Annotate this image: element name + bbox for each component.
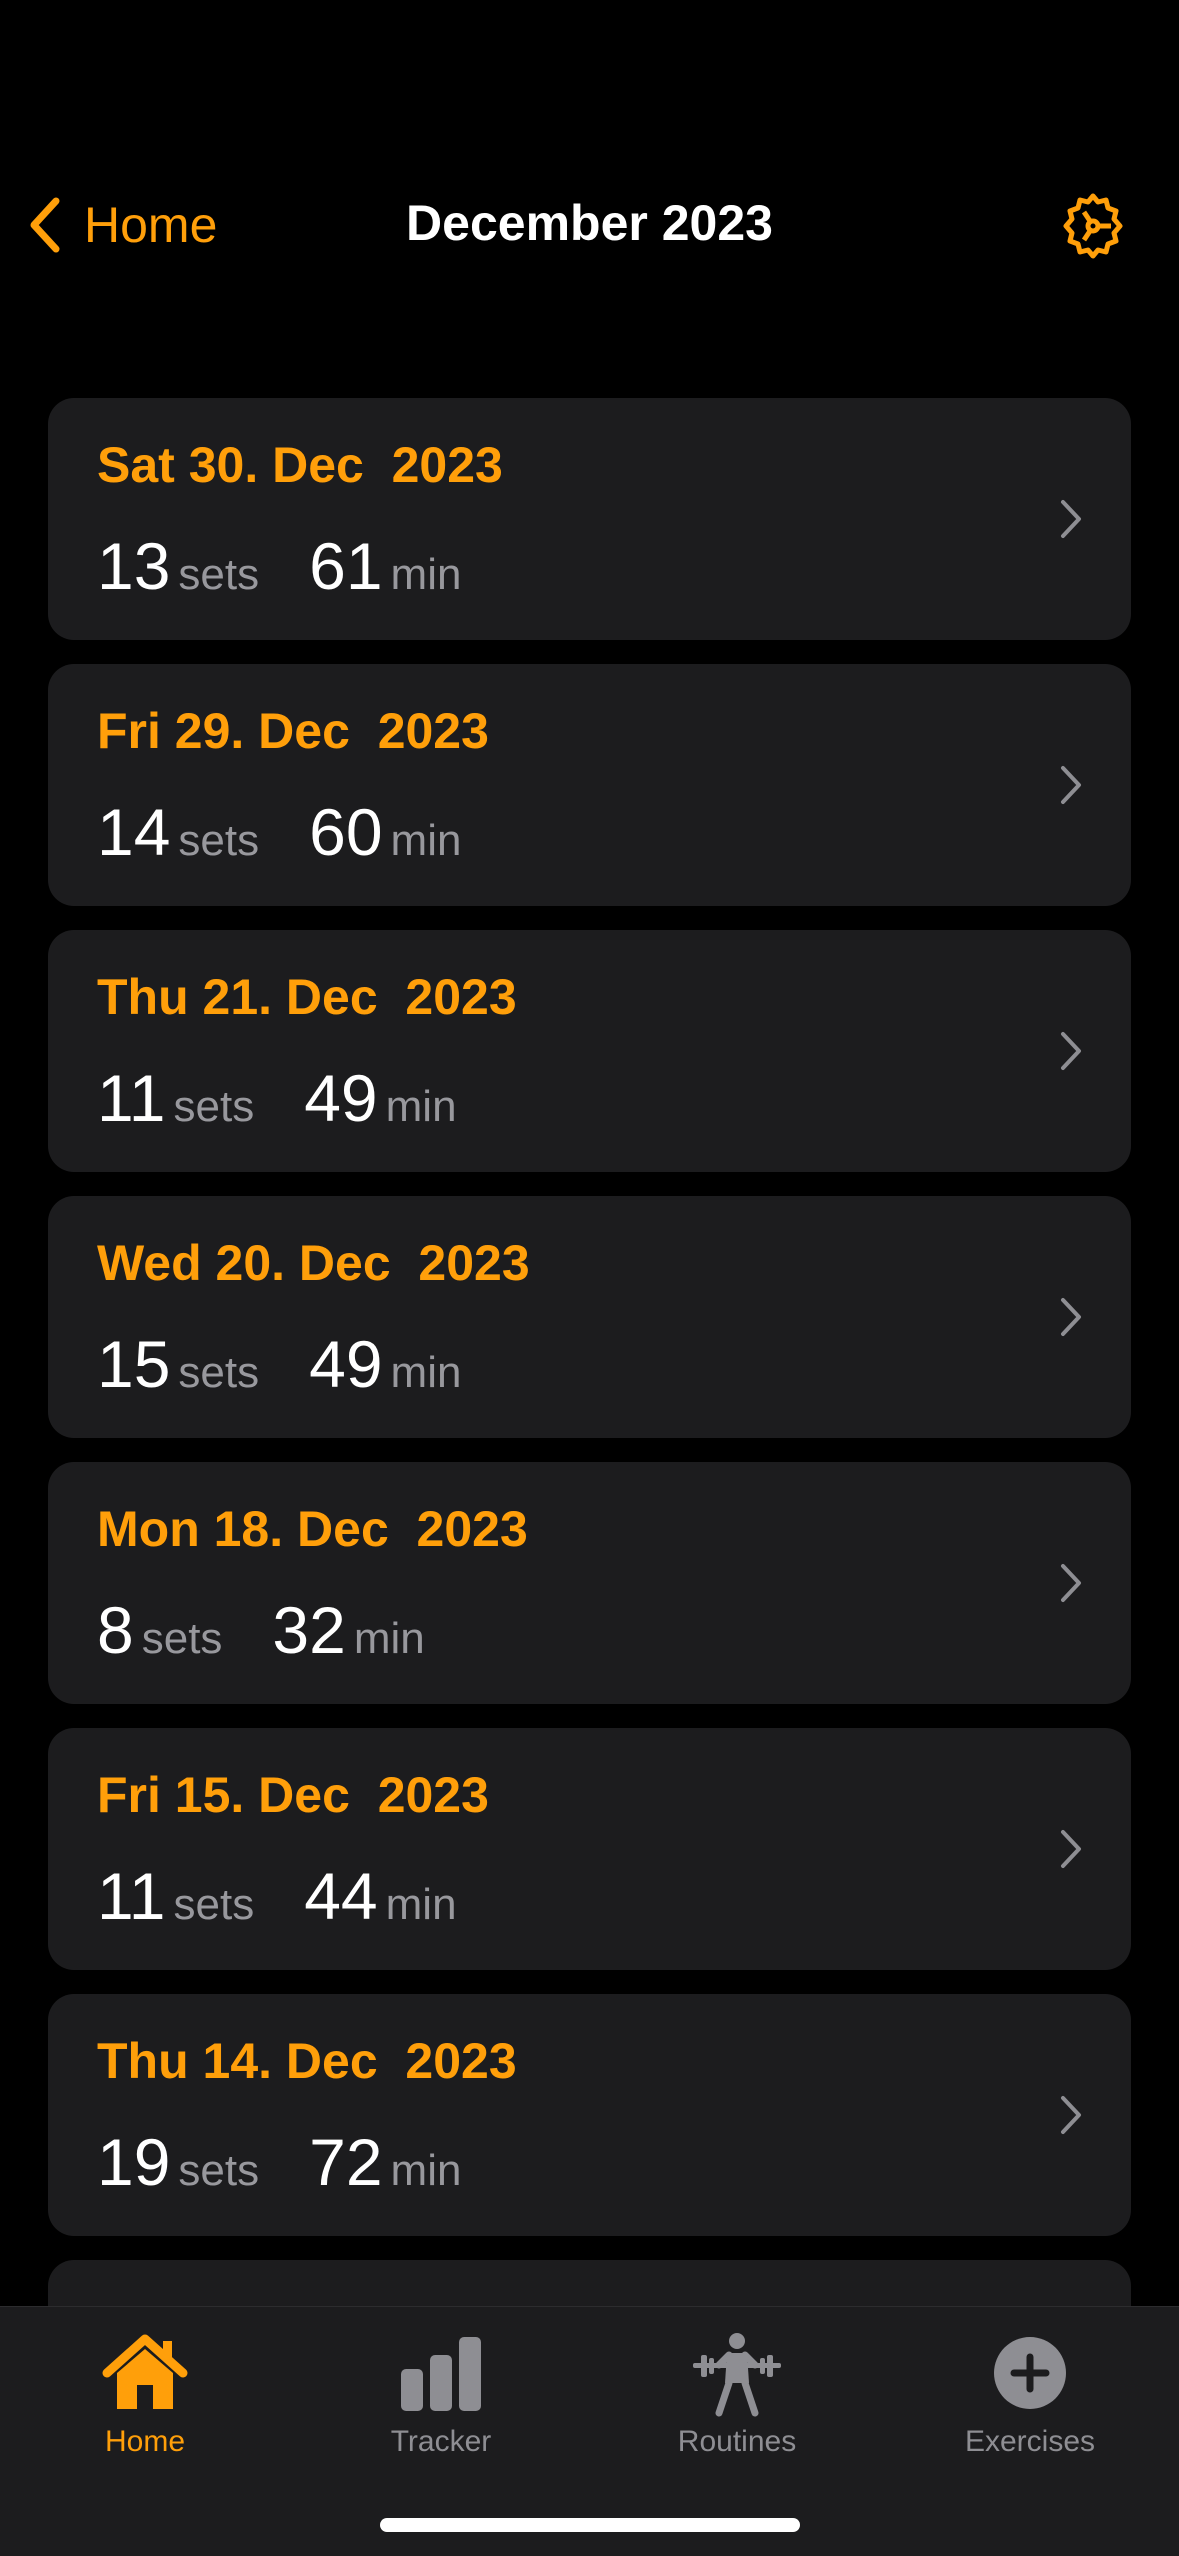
sets-unit: sets	[178, 550, 260, 599]
minutes-count: 44	[304, 1859, 378, 1933]
workout-list: Sat 30. Dec 2023 13 sets 61 min Fri 29. …	[48, 398, 1131, 2306]
minutes-unit: min	[385, 1082, 457, 1131]
workout-card[interactable]: Fri 15. Dec 2023 11 sets 44 min	[48, 1728, 1131, 1970]
sets-unit: sets	[141, 1614, 223, 1663]
workout-stats: 14 sets 60 min	[97, 794, 461, 870]
sets-count: 13	[97, 529, 171, 603]
workout-date: Thu 21. Dec 2023	[97, 969, 517, 1025]
workout-card[interactable]: Mon 18. Dec 2023 8 sets 32 min	[48, 1462, 1131, 1704]
minutes-count: 72	[309, 2125, 383, 2199]
workout-stats: 15 sets 49 min	[97, 1326, 461, 1402]
workout-stats: 13 sets 61 min	[97, 528, 461, 604]
workout-stats: 8 sets 32 min	[97, 1592, 425, 1668]
tab-tracker[interactable]: Tracker	[331, 2325, 551, 2459]
tab-label: Exercises	[964, 2425, 1096, 2458]
workout-date: Thu 14. Dec 2023	[97, 2033, 517, 2089]
workout-stats: 11 sets 49 min	[97, 1060, 457, 1136]
tab-label: Tracker	[390, 2425, 492, 2458]
minutes-unit: min	[390, 2146, 462, 2195]
chevron-right-icon	[1061, 1032, 1081, 1070]
plus-circle-icon	[994, 2337, 1066, 2409]
sets-unit: sets	[178, 1348, 260, 1397]
sets-unit: sets	[178, 816, 260, 865]
sets-count: 11	[97, 1061, 166, 1135]
workout-stats: 11 sets 44 min	[97, 1858, 457, 1934]
workout-stats: 19 sets 72 min	[97, 2124, 461, 2200]
workout-date: Tue 12. Dec 2023	[97, 2298, 510, 2306]
minutes-count: 61	[309, 529, 383, 603]
tab-label: Routines	[677, 2425, 797, 2458]
sets-count: 11	[97, 1859, 166, 1933]
minutes-count: 49	[309, 1327, 383, 1401]
sets-count: 15	[97, 1327, 171, 1401]
workout-card[interactable]: Sat 30. Dec 2023 13 sets 61 min	[48, 398, 1131, 640]
chevron-right-icon	[1061, 766, 1081, 804]
minutes-count: 32	[272, 1593, 346, 1667]
minutes-count: 49	[304, 1061, 378, 1135]
page-title: December 2023	[406, 195, 773, 251]
chevron-right-icon	[1061, 500, 1081, 538]
tab-label: Home	[104, 2425, 186, 2458]
sets-unit: sets	[173, 1880, 255, 1929]
minutes-unit: min	[353, 1614, 425, 1663]
workout-date: Sat 30. Dec 2023	[97, 437, 503, 493]
bar-chart-icon	[401, 2337, 481, 2411]
minutes-unit: min	[390, 550, 462, 599]
minutes-count: 60	[309, 795, 383, 869]
gear-icon[interactable]	[1057, 190, 1129, 262]
workout-card[interactable]: Thu 14. Dec 2023 19 sets 72 min	[48, 1994, 1131, 2236]
navigation-bar: Home December 2023	[0, 180, 1179, 270]
minutes-unit: min	[390, 816, 462, 865]
sets-unit: sets	[178, 2146, 260, 2195]
workout-card[interactable]: Wed 20. Dec 2023 15 sets 49 min	[48, 1196, 1131, 1438]
workout-date: Wed 20. Dec 2023	[97, 1235, 530, 1291]
chevron-right-icon	[1061, 2096, 1081, 2134]
minutes-unit: min	[390, 1348, 462, 1397]
tab-home[interactable]: Home	[35, 2325, 255, 2459]
tab-routines[interactable]: Routines	[627, 2325, 847, 2459]
chevron-right-icon	[1061, 1564, 1081, 1602]
workout-card[interactable]: Fri 29. Dec 2023 14 sets 60 min	[48, 664, 1131, 906]
sets-count: 19	[97, 2125, 171, 2199]
weightlifter-icon	[693, 2333, 781, 2417]
workout-date: Mon 18. Dec 2023	[97, 1501, 528, 1557]
chevron-right-icon	[1061, 1298, 1081, 1336]
sets-unit: sets	[173, 1082, 255, 1131]
chevron-right-icon	[1061, 1830, 1081, 1868]
home-indicator[interactable]	[380, 2518, 800, 2532]
minutes-unit: min	[385, 1880, 457, 1929]
workout-date: Fri 15. Dec 2023	[97, 1767, 489, 1823]
workout-card[interactable]: Thu 21. Dec 2023 11 sets 49 min	[48, 930, 1131, 1172]
house-icon	[102, 2334, 188, 2409]
tab-exercises[interactable]: Exercises	[920, 2325, 1140, 2459]
workout-date: Fri 29. Dec 2023	[97, 703, 489, 759]
workout-card[interactable]: Tue 12. Dec 2023	[48, 2260, 1131, 2306]
sets-count: 8	[97, 1593, 134, 1667]
sets-count: 14	[97, 795, 171, 869]
